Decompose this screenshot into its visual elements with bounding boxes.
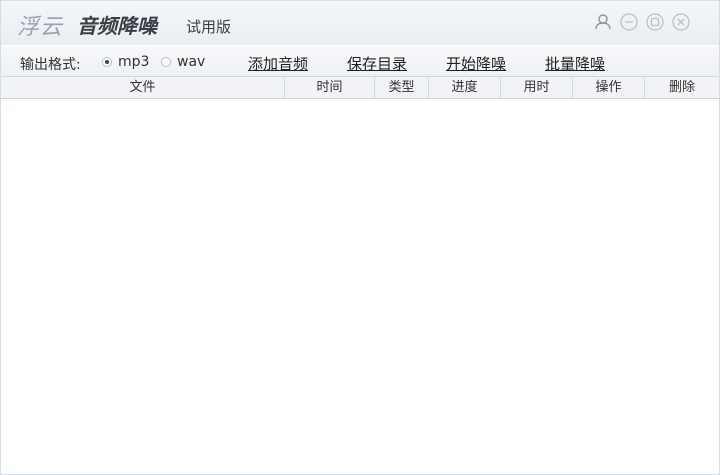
column-header-elapsed[interactable]: 用时: [501, 77, 573, 98]
column-header-file[interactable]: 文件: [1, 77, 285, 98]
edition-label: 试用版: [186, 18, 232, 36]
app-title: 音频降噪: [77, 14, 157, 38]
batch-denoise-button[interactable]: 批量降噪: [545, 53, 605, 74]
user-icon[interactable]: [593, 12, 613, 32]
file-list[interactable]: [1, 99, 719, 474]
column-header-type[interactable]: 类型: [375, 77, 429, 98]
format-option-label: mp3: [118, 54, 150, 70]
column-header-time[interactable]: 时间: [285, 77, 375, 98]
close-icon[interactable]: [671, 12, 691, 32]
brand-logo: 浮云: [17, 15, 64, 40]
add-audio-button[interactable]: 添加音频: [248, 53, 308, 74]
restore-icon[interactable]: [645, 12, 665, 32]
table-header: 文件 时间 类型 进度 用时 操作 删除: [1, 76, 719, 99]
column-header-delete[interactable]: 删除: [645, 77, 719, 98]
app-window: 浮云 音频降噪 试用版 输出格式: mp3 wav 添加音频 保存目录 开始降噪…: [0, 0, 720, 475]
title-bar[interactable]: 浮云 音频降噪 试用版: [1, 1, 719, 45]
save-directory-button[interactable]: 保存目录: [347, 53, 407, 74]
column-header-progress[interactable]: 进度: [429, 77, 501, 98]
format-radio-wav[interactable]: wav: [161, 54, 205, 70]
toolbar: 输出格式: mp3 wav 添加音频 保存目录 开始降噪 批量降噪: [1, 46, 719, 76]
minimize-icon[interactable]: [619, 12, 639, 32]
format-radio-mp3[interactable]: mp3: [102, 54, 149, 70]
output-format-label: 输出格式:: [20, 57, 81, 73]
window-controls: [593, 12, 691, 32]
format-option-label: wav: [177, 54, 206, 70]
column-header-action[interactable]: 操作: [573, 77, 645, 98]
start-denoise-button[interactable]: 开始降噪: [446, 53, 506, 74]
radio-selected-icon[interactable]: [102, 57, 112, 67]
radio-unselected-icon[interactable]: [161, 57, 171, 67]
